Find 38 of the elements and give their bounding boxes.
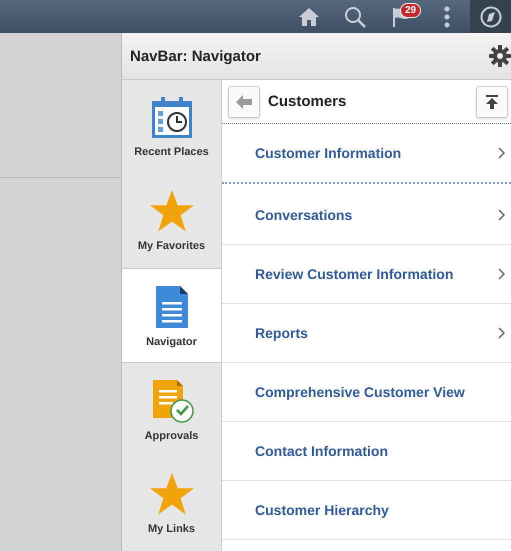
navigator-item[interactable]: Contact Information <box>222 422 511 481</box>
chevron-right-icon <box>498 209 505 221</box>
notifications-button[interactable]: 29 <box>378 0 424 33</box>
tile-label: Approvals <box>144 430 198 442</box>
compass-icon <box>480 6 502 28</box>
home-icon <box>298 6 320 26</box>
top-button[interactable] <box>476 86 508 118</box>
sidebar-tile[interactable]: My Favorites <box>122 174 221 268</box>
kebab-menu-icon <box>444 6 450 28</box>
search-icon <box>344 6 366 28</box>
tile-label: Recent Places <box>134 146 209 158</box>
document-icon <box>154 284 190 330</box>
tile-label: Navigator <box>146 336 197 348</box>
up-to-top-icon <box>485 94 499 108</box>
notification-count: 29 <box>400 3 422 18</box>
navigator-item[interactable]: Comprehensive Customer View <box>222 363 511 422</box>
navigator-item[interactable]: Reports <box>222 304 511 363</box>
tile-label: My Favorites <box>138 240 206 252</box>
navigator-item[interactable]: Review Customer Information <box>222 245 511 304</box>
navigator-item[interactable]: Customer Hierarchy <box>222 481 511 540</box>
chevron-right-icon <box>498 147 505 159</box>
navigator-item[interactable]: Customer Information <box>222 124 511 184</box>
tile-label: My Links <box>148 522 196 535</box>
calendar-clock-icon <box>150 96 194 140</box>
folder-title: Customers <box>268 93 348 110</box>
star-icon <box>148 472 194 517</box>
chevron-right-icon <box>498 268 505 280</box>
sidebar-tile[interactable]: Recent Places <box>122 80 221 174</box>
sidebar-tile[interactable]: My Links <box>122 456 221 551</box>
navigator-item[interactable]: Conversations <box>222 186 511 245</box>
sidebar-tile[interactable]: Navigator <box>122 268 221 363</box>
navbar-button[interactable] <box>470 0 511 33</box>
settings-icon[interactable] <box>489 45 511 67</box>
panel-title: NavBar: Navigator <box>130 48 261 64</box>
chevron-right-icon <box>498 327 505 339</box>
left-arrow-icon <box>236 94 252 108</box>
sidebar-tile[interactable]: Approvals <box>122 362 221 457</box>
back-button[interactable] <box>228 86 260 118</box>
